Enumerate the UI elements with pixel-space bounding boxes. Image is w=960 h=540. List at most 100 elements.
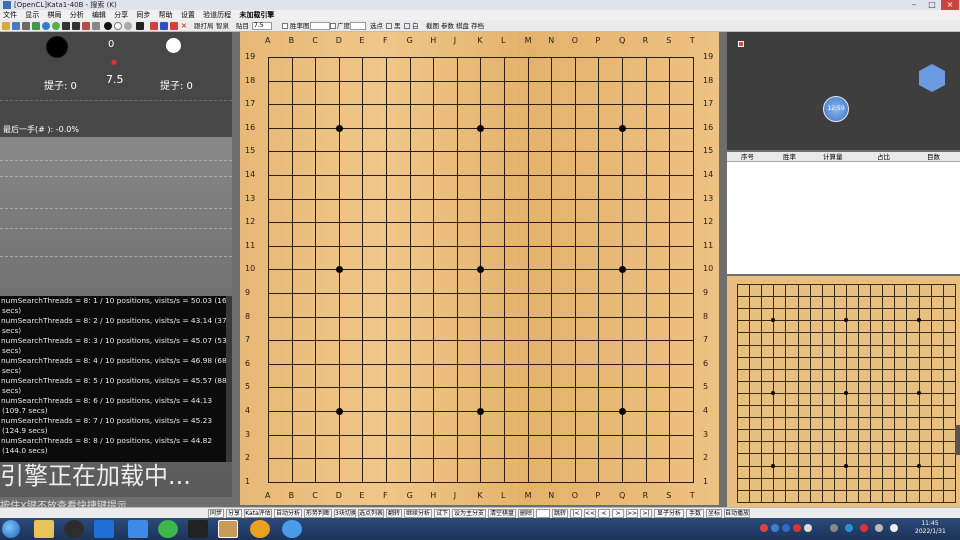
- qq-icon[interactable]: [64, 520, 84, 538]
- redo-icon[interactable]: [72, 22, 80, 30]
- btn-move-numbers[interactable]: 手数: [686, 509, 704, 518]
- menu-help[interactable]: 帮助: [159, 10, 173, 20]
- flag-icon[interactable]: [82, 22, 90, 30]
- col-score[interactable]: 目数: [927, 152, 940, 162]
- jump-input[interactable]: [536, 509, 550, 518]
- go-board-app-icon[interactable]: [218, 520, 238, 538]
- maximize-button[interactable]: □: [923, 0, 941, 10]
- btn-last[interactable]: >|: [640, 509, 652, 518]
- app-blue-icon[interactable]: [128, 520, 148, 538]
- btn-main-branch[interactable]: 设为主分支: [452, 509, 486, 518]
- btn-toggle-3[interactable]: 3块切换: [334, 509, 356, 518]
- network-app-icon[interactable]: [282, 520, 302, 538]
- black-stone-icon[interactable]: [104, 22, 112, 30]
- mail-icon[interactable]: [94, 520, 114, 538]
- undo-icon[interactable]: [62, 22, 70, 30]
- screenshot-button[interactable]: 截图: [426, 20, 439, 32]
- black-checkbox[interactable]: [386, 23, 392, 29]
- col-index[interactable]: 序号: [741, 152, 754, 162]
- breadth-checkbox[interactable]: [330, 23, 336, 29]
- engine-icon[interactable]: [42, 22, 50, 30]
- candidate-table-body[interactable]: [727, 162, 960, 274]
- menu-game[interactable]: 棋局: [47, 10, 61, 20]
- btn-forward[interactable]: >: [612, 509, 624, 518]
- minimize-button[interactable]: –: [905, 0, 923, 10]
- start-button-icon[interactable]: [2, 520, 20, 538]
- menu-settings[interactable]: 设置: [181, 10, 195, 20]
- btn-delete[interactable]: 删除: [518, 509, 534, 518]
- console-scrollbar[interactable]: [226, 296, 232, 462]
- menu-share[interactable]: 分享: [114, 10, 128, 20]
- analyze-label[interactable]: 跟打局: [194, 20, 214, 32]
- delete-icon[interactable]: ×: [180, 22, 188, 30]
- engine-status[interactable]: 未加载引擎: [239, 10, 274, 20]
- terminal-icon[interactable]: [188, 520, 208, 538]
- white-stone-icon[interactable]: [114, 22, 122, 30]
- volume-tray-icon[interactable]: [875, 524, 883, 532]
- btn-auto-analyze[interactable]: 自动分析: [274, 509, 302, 518]
- btn-try[interactable]: 试下: [434, 509, 450, 518]
- close-button[interactable]: ×: [941, 0, 959, 10]
- engine-console[interactable]: numSearchThreads = 8: 1 / 10 positions, …: [0, 296, 232, 462]
- btn-sync[interactable]: 同步: [208, 509, 224, 518]
- menu-analysis[interactable]: 分析: [70, 10, 84, 20]
- btn-flip[interactable]: 翻转: [386, 509, 402, 518]
- menu-sync[interactable]: 同步: [136, 10, 150, 20]
- refresh-icon[interactable]: [32, 22, 40, 30]
- menu-edit[interactable]: 编辑: [92, 10, 106, 20]
- btn-clear-board[interactable]: 清空棋盘: [488, 509, 516, 518]
- taskbar-clock[interactable]: 11:45 2022/1/31: [915, 520, 946, 536]
- white-checkbox[interactable]: [404, 23, 410, 29]
- btn-forward-10[interactable]: >>: [626, 509, 638, 518]
- komi-input[interactable]: 7.5: [252, 22, 272, 30]
- btn-candidates[interactable]: 选点列表: [358, 509, 384, 518]
- menu-history[interactable]: 验道历程: [203, 10, 231, 20]
- col-ratio[interactable]: 占比: [877, 152, 890, 162]
- tray-icon-2[interactable]: [771, 524, 779, 532]
- mark-red-icon[interactable]: [150, 22, 158, 30]
- open-icon[interactable]: [2, 22, 10, 30]
- edit-icon[interactable]: [92, 22, 100, 30]
- play-icon[interactable]: [52, 22, 60, 30]
- power-tray-icon[interactable]: [890, 524, 898, 532]
- security-tray-icon[interactable]: [860, 524, 868, 532]
- tray-icon-1[interactable]: [760, 524, 768, 532]
- breadth-input[interactable]: [350, 22, 366, 30]
- params-button[interactable]: 参数: [441, 20, 454, 32]
- tray-icon-4[interactable]: [793, 524, 801, 532]
- settings-icon[interactable]: [136, 22, 144, 30]
- menu-view[interactable]: 显示: [25, 10, 39, 20]
- tray-icon-5[interactable]: [804, 524, 812, 532]
- sync-label[interactable]: 智泉: [216, 20, 229, 32]
- btn-coordinates[interactable]: 坐标: [706, 509, 722, 518]
- right-scroll-handle[interactable]: [955, 425, 960, 455]
- save-icon[interactable]: [12, 22, 20, 30]
- btn-stone-analysis[interactable]: 显子分析: [654, 509, 684, 518]
- btn-continue[interactable]: 继续分析: [404, 509, 432, 518]
- explorer-icon[interactable]: [34, 520, 54, 538]
- btn-situation[interactable]: 形势判断: [304, 509, 332, 518]
- winrate-checkbox[interactable]: [282, 23, 288, 29]
- copy-icon[interactable]: [22, 22, 30, 30]
- mark-blue-icon[interactable]: [160, 22, 168, 30]
- clock-button[interactable]: 12:59: [823, 96, 849, 122]
- flag-tray-icon[interactable]: [830, 524, 838, 532]
- btn-back[interactable]: <: [598, 509, 610, 518]
- chrome-icon[interactable]: [250, 520, 270, 538]
- btn-jump[interactable]: 跳转: [552, 509, 568, 518]
- menu-file[interactable]: 文件: [3, 10, 17, 20]
- btn-share[interactable]: 分享: [226, 509, 242, 518]
- option-select-label[interactable]: 选点: [370, 20, 383, 32]
- mark-red2-icon[interactable]: [170, 22, 178, 30]
- tray-icon-3[interactable]: [782, 524, 790, 532]
- green-app-icon[interactable]: [158, 520, 178, 538]
- archive-button[interactable]: 存档: [471, 20, 484, 32]
- btn-kata-eval[interactable]: Kata评估: [244, 509, 272, 518]
- btn-back-10[interactable]: <<: [584, 509, 596, 518]
- col-winrate[interactable]: 胜率: [783, 152, 796, 162]
- board-button[interactable]: 棋盘: [456, 20, 469, 32]
- collapse-icon[interactable]: [738, 41, 744, 47]
- btn-autoplay[interactable]: 自动播放: [724, 509, 750, 518]
- col-visits[interactable]: 计算量: [823, 152, 843, 162]
- winrate-input[interactable]: [310, 22, 330, 30]
